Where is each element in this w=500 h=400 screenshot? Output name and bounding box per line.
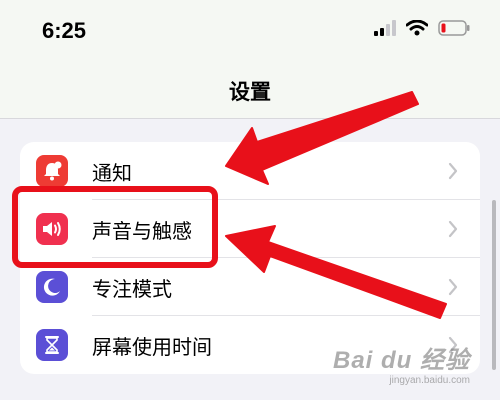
cellular-signal-icon (374, 20, 396, 40)
wifi-icon (405, 19, 429, 40)
chevron-right-icon (448, 162, 458, 184)
scroll-indicator (492, 200, 496, 370)
status-bar: 6:25 (0, 0, 500, 64)
notifications-icon (36, 155, 68, 187)
annotation-highlight-box (12, 186, 218, 268)
battery-low-icon (438, 20, 470, 40)
hourglass-icon (36, 329, 68, 361)
settings-item-label: 专注模式 (92, 276, 172, 301)
settings-item-label: 通知 (92, 160, 132, 185)
watermark-logo-text: Bai du 经验 (332, 347, 470, 374)
watermark-url: jingyan.baidu.com (389, 375, 470, 386)
navigation-bar: 设置 (0, 64, 500, 119)
settings-item-label: 屏幕使用时间 (92, 334, 212, 359)
moon-icon (36, 271, 68, 303)
page-title: 设置 (229, 80, 271, 104)
settings-screen: 6:25 设置 通知 声音与触感 专注模式 屏幕使用时间 Bai du 经验 j… (0, 0, 500, 400)
chevron-right-icon (448, 220, 458, 242)
status-icons (374, 19, 470, 40)
chevron-right-icon (448, 278, 458, 300)
status-time: 6:25 (42, 18, 87, 43)
watermark: Bai du 经验 jingyan.baidu.com (333, 340, 470, 386)
